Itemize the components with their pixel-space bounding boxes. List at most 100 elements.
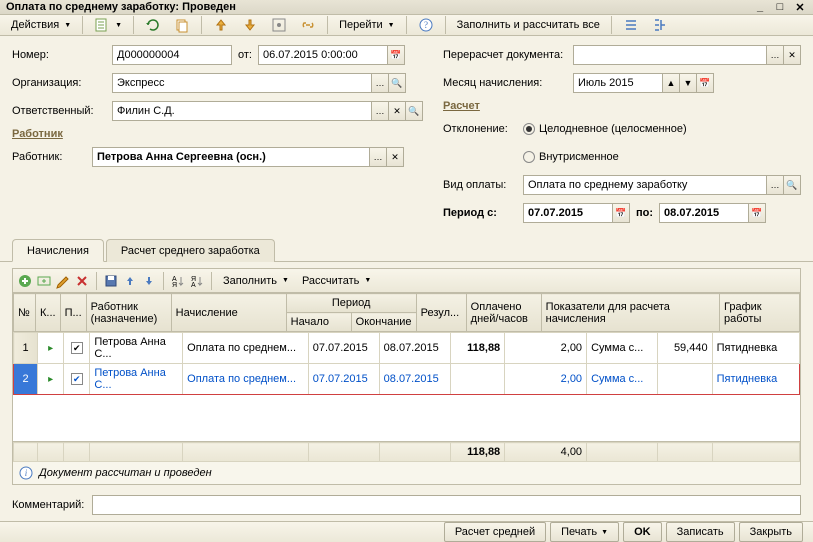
radio-fullday[interactable] [523, 123, 535, 135]
recalc-label: Перерасчет документа: [443, 49, 573, 61]
col-accrual[interactable]: Начисление [171, 294, 286, 332]
date-input[interactable]: 06.07.2015 0:00:00 [258, 45, 388, 65]
comment-input[interactable] [92, 495, 801, 515]
col-worker[interactable]: Работник (назначение) [86, 294, 171, 332]
calendar-icon[interactable]: 📅 [748, 203, 766, 223]
search-icon[interactable]: 🔍 [783, 175, 801, 195]
period-from-input[interactable]: 07.07.2015 [523, 203, 613, 223]
checkbox[interactable]: ✔ [71, 373, 83, 385]
ok-button[interactable]: OK [623, 522, 662, 542]
move-down-icon[interactable] [141, 273, 157, 289]
clear-icon[interactable]: ✕ [783, 45, 801, 65]
grid-fill-menu[interactable]: Заполнить▼ [218, 273, 294, 289]
col-schedule[interactable]: График работы [720, 294, 800, 332]
tab-avg-calc[interactable]: Расчет среднего заработка [106, 239, 275, 262]
col-period[interactable]: Период [286, 294, 416, 313]
resp-label: Ответственный: [12, 105, 112, 117]
goto-menu[interactable]: Перейти▼ [334, 17, 400, 33]
refresh-icon[interactable] [140, 15, 166, 35]
recalc-input[interactable] [573, 45, 767, 65]
radio-intrashift-label: Внутрисменное [539, 151, 619, 163]
sort-asc-icon[interactable]: AЯ [170, 273, 186, 289]
radio-intrashift[interactable] [523, 151, 535, 163]
search-icon[interactable]: 🔍 [405, 101, 423, 121]
fill-and-calculate-button[interactable]: Заполнить и рассчитать все [452, 17, 605, 33]
print-button[interactable]: Печать▼ [550, 522, 619, 542]
calc-section: Расчет [443, 100, 801, 112]
period-from-label: Период с: [443, 207, 523, 219]
from-label: от: [238, 49, 252, 61]
delete-icon[interactable] [74, 273, 90, 289]
move-up-icon[interactable] [122, 273, 138, 289]
resp-input[interactable]: Филин С.Д. [112, 101, 372, 121]
worker-input[interactable]: Петрова Анна Сергеевна (осн.) [92, 147, 370, 167]
grid-calc-menu[interactable]: Рассчитать▼ [297, 273, 376, 289]
flag-icon: ▸ [48, 374, 53, 385]
calc-avg-button[interactable]: Расчет средней [444, 522, 546, 542]
col-result[interactable]: Резул... [416, 294, 466, 332]
add-icon[interactable] [17, 273, 33, 289]
org-label: Организация: [12, 77, 112, 89]
svg-text:?: ? [424, 20, 428, 30]
search-icon[interactable]: 🔍 [388, 73, 406, 93]
calendar-icon[interactable]: 📅 [696, 73, 714, 93]
maximize-icon[interactable]: □ [773, 0, 787, 14]
clear-icon[interactable]: ✕ [386, 147, 404, 167]
minimize-icon[interactable]: _ [753, 0, 767, 14]
save-button[interactable]: Записать [666, 522, 735, 542]
col-end[interactable]: Окончание [351, 313, 416, 332]
tree-icon[interactable] [647, 15, 673, 35]
month-down-icon[interactable]: ▼ [679, 73, 697, 93]
number-input[interactable]: Д000000004 [112, 45, 232, 65]
calendar-icon[interactable]: 📅 [612, 203, 630, 223]
grid-toolbar: AЯ ЯA Заполнить▼ Рассчитать▼ [13, 269, 800, 293]
paytype-input[interactable]: Оплата по среднему заработку [523, 175, 767, 195]
flag-icon: ▸ [48, 343, 53, 354]
org-input[interactable]: Экспресс [112, 73, 372, 93]
copy-icon[interactable] [169, 15, 195, 35]
worker-section: Работник [12, 128, 423, 140]
status-text: Документ рассчитан и проведен [39, 467, 212, 479]
select-icon[interactable]: … [371, 73, 389, 93]
save-icon[interactable] [103, 273, 119, 289]
col-indicators[interactable]: Показатели для расчета начисления [541, 294, 719, 332]
titlebar: Оплата по среднему заработку: Проведен _… [0, 0, 813, 15]
link-icon[interactable] [295, 15, 321, 35]
deviation-label: Отклонение: [443, 123, 523, 135]
insert-icon[interactable] [36, 273, 52, 289]
list-icon[interactable] [618, 15, 644, 35]
month-up-icon[interactable]: ▲ [662, 73, 680, 93]
month-input[interactable]: Июль 2015 [573, 73, 663, 93]
checkbox[interactable]: ✔ [71, 342, 83, 354]
select-icon[interactable]: … [766, 45, 784, 65]
col-paid[interactable]: Оплачено дней/часов [466, 294, 541, 332]
nav-up-icon[interactable] [208, 15, 234, 35]
close-button[interactable]: Закрыть [739, 522, 803, 542]
settings-icon[interactable] [266, 15, 292, 35]
radio-fullday-label: Целодневное (целосменное) [539, 123, 687, 135]
tabs: Начисления Расчет среднего заработка [0, 238, 813, 262]
col-start[interactable]: Начало [286, 313, 351, 332]
main-toolbar: Действия▼ ▼ Перейти▼ ? Заполнить и рассч… [0, 15, 813, 36]
sum-row: 118,88 4,00 [14, 443, 800, 462]
select-icon[interactable]: … [371, 101, 389, 121]
edit-icon[interactable] [55, 273, 71, 289]
post-icon[interactable]: ▼ [89, 15, 127, 35]
col-p[interactable]: П... [60, 294, 86, 332]
help-icon[interactable]: ? [413, 15, 439, 35]
table-row[interactable]: 1 ▸ ✔ Петрова Анна С... Оплата по средне… [14, 333, 800, 364]
select-icon[interactable]: … [369, 147, 387, 167]
worker-label: Работник: [12, 151, 92, 163]
table-row[interactable]: 2 ▸ ✔ Петрова Анна С... Оплата по средне… [14, 364, 800, 395]
col-num[interactable]: № [14, 294, 36, 332]
close-icon[interactable]: ✕ [793, 0, 807, 14]
nav-down-icon[interactable] [237, 15, 263, 35]
tab-accruals[interactable]: Начисления [12, 239, 104, 262]
period-to-input[interactable]: 08.07.2015 [659, 203, 749, 223]
clear-icon[interactable]: ✕ [388, 101, 406, 121]
actions-menu[interactable]: Действия▼ [6, 17, 76, 33]
calendar-icon[interactable]: 📅 [387, 45, 405, 65]
select-icon[interactable]: … [766, 175, 784, 195]
sort-desc-icon[interactable]: ЯA [189, 273, 205, 289]
col-k[interactable]: К... [36, 294, 61, 332]
